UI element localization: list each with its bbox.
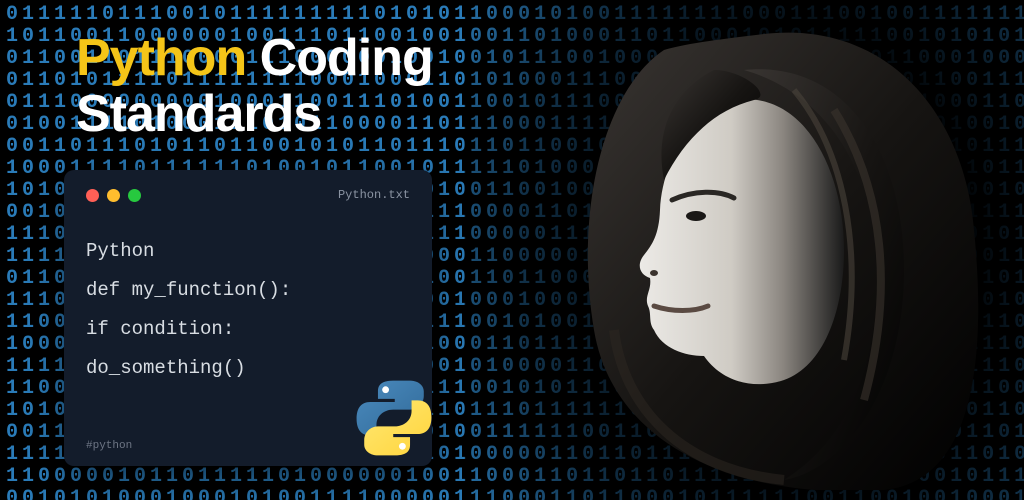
portrait-silhouette	[544, 30, 984, 490]
code-line-3: if condition:	[86, 318, 234, 340]
headline-word-standards: Standards	[76, 85, 321, 143]
headline-word-coding: Coding	[260, 29, 433, 87]
hashtag-label: #python	[86, 440, 132, 452]
code-snippet-card: Python.txt Python def my_function(): if …	[64, 170, 432, 466]
code-line-4: do_something()	[86, 357, 246, 379]
close-icon[interactable]	[86, 189, 99, 202]
code-body: Python def my_function(): if condition: …	[86, 232, 410, 388]
code-line-2: def my_function():	[86, 279, 291, 301]
headline-word-python: Python	[76, 29, 246, 87]
window-controls	[86, 189, 141, 202]
zoom-icon[interactable]	[128, 189, 141, 202]
card-header: Python.txt	[86, 186, 410, 204]
code-line-1: Python	[86, 240, 154, 262]
page-title: Python Coding Standards	[76, 30, 433, 142]
filename-label: Python.txt	[338, 188, 410, 202]
minimize-icon[interactable]	[107, 189, 120, 202]
python-logo-icon	[352, 376, 436, 460]
